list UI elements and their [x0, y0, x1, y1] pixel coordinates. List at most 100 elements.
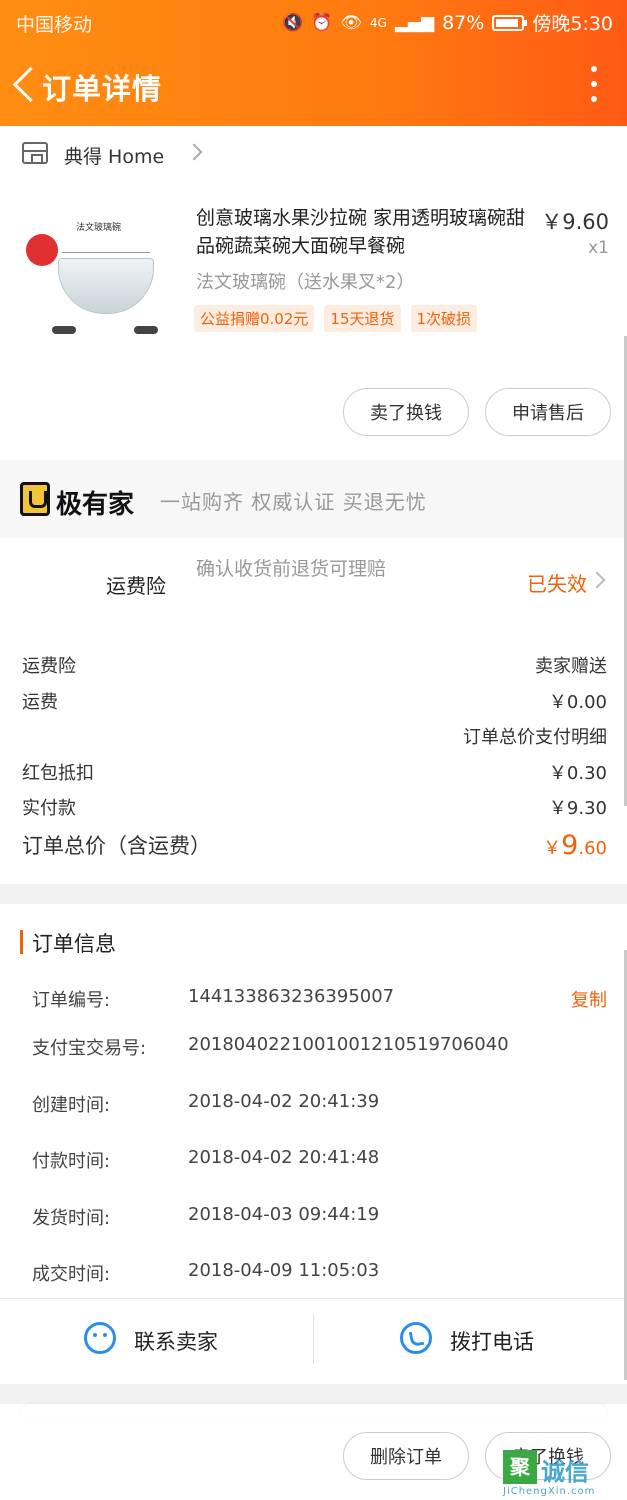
- app-header: 中国移动 🔇 ⏰ 👁 4G ▂▄▆ 87% 傍晚5:30 订单详情: [0, 0, 627, 126]
- copy-button[interactable]: 复制: [571, 986, 607, 1012]
- fee-row-insurance: 运费险 卖家赠送: [22, 652, 607, 682]
- info-value: 2018-04-09 11:05:03: [188, 1260, 380, 1281]
- eye-icon: 👁: [340, 12, 362, 33]
- insurance-status[interactable]: 已失效: [527, 568, 587, 597]
- watermark-url: JiChengXin.com: [503, 1486, 596, 1497]
- fee-value: ￥9.30: [548, 798, 607, 819]
- product-thumbnail[interactable]: 法文玻璃碗: [22, 208, 162, 338]
- watermark-name: 诚信: [541, 1458, 589, 1486]
- fee-row-paid: 实付款 ￥9.30: [22, 794, 607, 824]
- bowl-image: [58, 258, 154, 314]
- insurance-desc: 确认收货前退货可理赔: [196, 558, 387, 580]
- clock: 傍晚5:30: [532, 13, 613, 35]
- product-price: ￥9.60: [541, 210, 609, 234]
- shop-name: 典得 Home: [64, 146, 165, 168]
- info-value: 2018-04-02 20:41:39: [188, 1091, 380, 1112]
- info-row: 支付宝交易号: 2018040221001001210519706040: [32, 1034, 607, 1064]
- info-key: 创建时间:: [32, 1095, 111, 1116]
- info-key: 成交时间:: [32, 1264, 111, 1285]
- chevron-right-icon: [185, 143, 203, 161]
- jiyoujia-slogan: 一站购齐 权威认证 买退无忧: [160, 490, 427, 514]
- chevron-right-icon[interactable]: [588, 571, 606, 589]
- fee-label: 运费: [22, 692, 58, 713]
- info-row: 创建时间: 2018-04-02 20:41:39: [32, 1091, 607, 1121]
- thumbnail-tag: [52, 326, 76, 334]
- store-icon: [22, 142, 48, 164]
- thumbnail-badge: [26, 234, 58, 266]
- jiyoujia-name: 极有家: [56, 490, 135, 520]
- dimension-line: [62, 252, 150, 253]
- status-bar: 中国移动 🔇 ⏰ 👁 4G ▂▄▆ 87% 傍晚5:30: [0, 0, 627, 44]
- more-options-icon[interactable]: [589, 66, 599, 102]
- watermark-logo: 聚 诚信 JiChengXin.com: [503, 1448, 619, 1498]
- back-icon[interactable]: [8, 62, 44, 106]
- fee-label: 实付款: [22, 798, 76, 819]
- mute-icon: 🔇: [281, 12, 304, 33]
- delete-order-button[interactable]: 删除订单: [343, 1432, 469, 1480]
- recommend-card-edge: [20, 1404, 607, 1418]
- product-title[interactable]: 创意玻璃水果沙拉碗 家用透明玻璃碗甜品碗蔬菜碗大面碗早餐碗: [196, 204, 526, 260]
- total-value: ￥9.60: [543, 830, 607, 861]
- jiyoujia-logo-icon: [20, 482, 50, 516]
- watermark-box: 聚: [503, 1450, 537, 1484]
- fee-label: 运费险: [22, 656, 76, 677]
- insurance-label: 运费险: [106, 574, 166, 598]
- page-title: 订单详情: [42, 72, 163, 106]
- info-value: 2018-04-03 09:44:19: [188, 1204, 380, 1225]
- fee-value: ￥0.30: [548, 763, 607, 784]
- product-card: 法文玻璃碗 创意玻璃水果沙拉碗 家用透明玻璃碗甜品碗蔬菜碗大面碗早餐碗 ￥9.6…: [0, 184, 627, 460]
- service-tag: 1次破损: [410, 305, 478, 332]
- info-key: 发货时间:: [32, 1208, 111, 1229]
- info-row: 订单编号: 144133863236395007 复制: [32, 986, 607, 1016]
- info-value: 2018040221001001210519706040: [188, 1034, 509, 1055]
- fee-row-redpack: 红包抵扣 ￥0.30: [22, 759, 607, 789]
- product-spec: 法文玻璃碗（送水果叉*2）: [196, 272, 415, 293]
- battery-percent: 87%: [442, 11, 485, 34]
- fee-section: 运费险 确认收货前退货可理赔 已失效 运费险 卖家赠送 运费 ￥0.00 订单总…: [0, 538, 627, 884]
- chat-icon: [84, 1322, 116, 1354]
- thumbnail-tag: [134, 326, 158, 334]
- total-integer: 9: [561, 830, 579, 861]
- fee-row-total: 订单总价（含运费） ￥9.60: [22, 830, 607, 866]
- carrier-label: 中国移动: [16, 14, 93, 36]
- after-sale-button[interactable]: 申请售后: [485, 388, 611, 436]
- fee-value: ￥0.00: [548, 692, 607, 713]
- product-quantity: x1: [588, 238, 609, 258]
- contact-seller-label: 联系卖家: [134, 1330, 218, 1354]
- sell-exchange-button[interactable]: 卖了换钱: [343, 388, 469, 436]
- contact-seller-button[interactable]: 联系卖家: [0, 1298, 313, 1384]
- info-key: 支付宝交易号:: [32, 1038, 147, 1059]
- info-value: 2018-04-02 20:41:48: [188, 1147, 380, 1168]
- total-label: 订单总价（含运费）: [22, 834, 211, 858]
- info-row: 发货时间: 2018-04-03 09:44:19: [32, 1204, 607, 1234]
- total-decimal: .60: [578, 838, 607, 859]
- order-info-section: 订单信息 订单编号: 144133863236395007 复制 支付宝交易号:…: [0, 904, 627, 1384]
- status-icons: 🔇 ⏰ 👁 4G ▂▄▆ 87% 傍晚5:30: [282, 9, 613, 36]
- payment-detail-row[interactable]: 订单总价支付明细: [22, 723, 607, 753]
- call-phone-label: 拨打电话: [450, 1330, 534, 1354]
- signal-bars-icon: ▂▄▆: [394, 12, 435, 33]
- jiyoujia-banner[interactable]: 极有家 一站购齐 权威认证 买退无忧: [0, 460, 627, 538]
- alarm-icon: ⏰: [311, 12, 333, 33]
- section-title: 订单信息: [32, 932, 116, 956]
- info-key: 付款时间:: [32, 1151, 111, 1172]
- thumbnail-label: 法文玻璃碗: [76, 223, 122, 233]
- nav-bar: 订单详情: [0, 46, 627, 126]
- fee-value: 卖家赠送: [535, 656, 607, 677]
- info-key: 订单编号:: [32, 990, 111, 1011]
- battery-icon: [492, 14, 528, 31]
- call-phone-button[interactable]: 拨打电话: [314, 1298, 627, 1384]
- fee-label: 红包抵扣: [22, 763, 94, 784]
- service-tag: 公益捐赠0.02元: [194, 305, 315, 332]
- phone-icon: [400, 1322, 432, 1354]
- fee-row-shipping: 运费 ￥0.00: [22, 688, 607, 718]
- payment-detail-link[interactable]: 订单总价支付明细: [463, 723, 607, 749]
- info-row: 成交时间: 2018-04-09 11:05:03: [32, 1260, 607, 1290]
- info-row: 付款时间: 2018-04-02 20:41:48: [32, 1147, 607, 1177]
- section-accent-bar: [20, 930, 23, 954]
- shop-row[interactable]: 典得 Home: [0, 126, 627, 184]
- service-tags: 公益捐赠0.02元 15天退货 1次破损: [194, 305, 478, 332]
- signal-icon: 4G: [369, 15, 387, 30]
- currency-symbol: ￥: [543, 838, 562, 859]
- service-tag: 15天退货: [324, 305, 401, 332]
